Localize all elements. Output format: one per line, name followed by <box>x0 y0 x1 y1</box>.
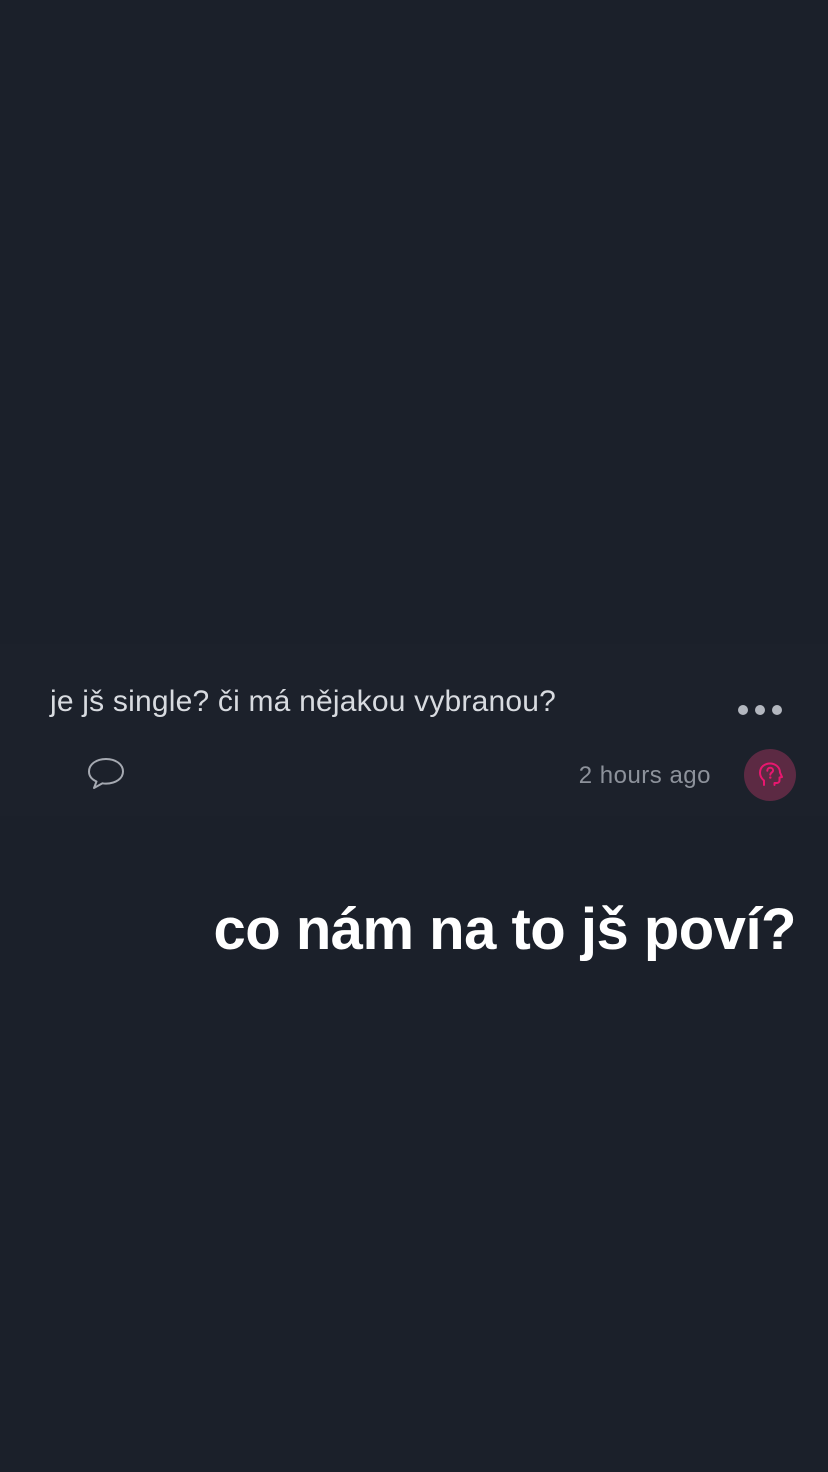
story-caption: co nám na to jš poví? <box>213 897 797 962</box>
avatar[interactable] <box>744 749 796 801</box>
more-dot-icon <box>755 705 765 715</box>
speech-bubble-icon <box>88 758 124 789</box>
more-dot-icon <box>738 705 748 715</box>
more-options-button[interactable] <box>732 696 788 724</box>
comment-button[interactable] <box>84 754 128 792</box>
question-text: je jš single? či má nějakou vybranou? <box>50 685 557 718</box>
anonymous-head-question-icon <box>759 762 783 786</box>
more-dot-icon <box>772 705 782 715</box>
post-timestamp: 2 hours ago <box>578 762 711 789</box>
